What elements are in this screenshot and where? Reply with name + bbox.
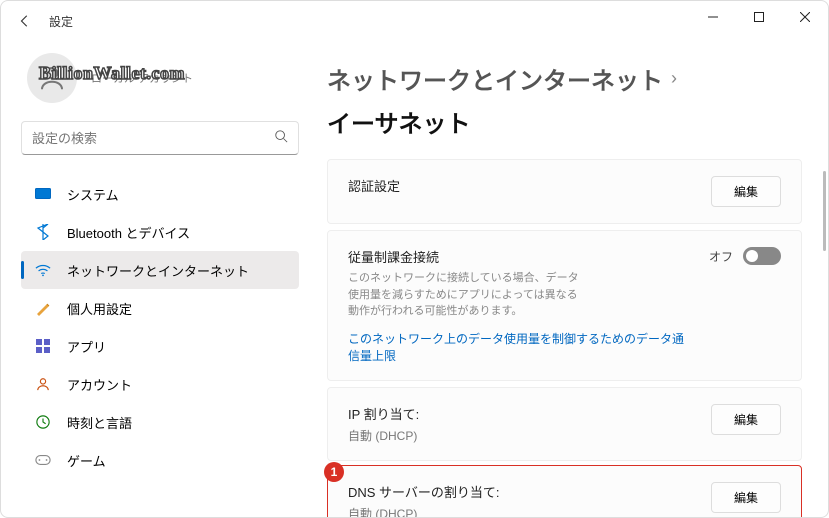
search-box[interactable] bbox=[21, 121, 299, 155]
dns-edit-button[interactable]: 編集 bbox=[711, 482, 781, 513]
dns-value: 自動 (DHCP) bbox=[348, 505, 691, 518]
sidebar-item-time-language[interactable]: 時刻と言語 bbox=[21, 403, 299, 441]
sidebar-item-label: 個人用設定 bbox=[67, 299, 132, 318]
ip-assignment-row: IP 割り当て: 自動 (DHCP) 編集 bbox=[327, 387, 802, 461]
metered-connection-row: 従量制課金接続 このネットワークに接続している場合、データ使用量を減らすためにア… bbox=[327, 230, 802, 381]
network-icon bbox=[33, 260, 53, 280]
vertical-scrollbar[interactable] bbox=[823, 171, 826, 251]
account-icon bbox=[33, 374, 53, 394]
dns-assignment-row: 1 DNS サーバーの割り当て: 自動 (DHCP) 編集 bbox=[327, 465, 802, 518]
sidebar-item-gaming[interactable]: ゲーム bbox=[21, 441, 299, 479]
account-subtext: ローカル アカウント bbox=[91, 70, 193, 86]
breadcrumb: ネットワークとインターネット › イーサネット bbox=[327, 61, 802, 139]
minimize-button[interactable] bbox=[690, 1, 736, 33]
metered-toggle-label: オフ bbox=[709, 248, 733, 265]
bluetooth-icon bbox=[33, 222, 53, 242]
apps-icon bbox=[33, 336, 53, 356]
ip-edit-button[interactable]: 編集 bbox=[711, 404, 781, 435]
breadcrumb-current: イーサネット bbox=[327, 104, 471, 139]
search-input[interactable] bbox=[32, 131, 274, 146]
sidebar-item-bluetooth[interactable]: Bluetooth とデバイス bbox=[21, 213, 299, 251]
sidebar-item-accounts[interactable]: アカウント bbox=[21, 365, 299, 403]
sidebar-nav: システム Bluetooth とデバイス ネットワークとインターネット 個人用設… bbox=[21, 175, 299, 479]
sidebar-item-system[interactable]: システム bbox=[21, 175, 299, 213]
auth-label: 認証設定 bbox=[348, 176, 691, 195]
sidebar-item-network[interactable]: ネットワークとインターネット bbox=[21, 251, 299, 289]
search-icon bbox=[274, 129, 288, 148]
breadcrumb-parent[interactable]: ネットワークとインターネット bbox=[327, 61, 663, 96]
system-icon bbox=[33, 184, 53, 204]
metered-toggle[interactable] bbox=[743, 247, 781, 265]
sidebar-item-label: ネットワークとインターネット bbox=[67, 261, 249, 280]
gaming-icon bbox=[33, 450, 53, 470]
annotation-badge-1: 1 bbox=[324, 462, 344, 482]
sidebar-item-label: アプリ bbox=[67, 337, 106, 356]
back-button[interactable] bbox=[9, 5, 41, 37]
auth-settings-row: 認証設定 編集 bbox=[327, 159, 802, 224]
ip-value: 自動 (DHCP) bbox=[348, 427, 691, 444]
chevron-right-icon: › bbox=[671, 68, 677, 89]
maximize-button[interactable] bbox=[736, 1, 782, 33]
time-icon bbox=[33, 412, 53, 432]
avatar bbox=[27, 53, 77, 103]
close-button[interactable] bbox=[782, 1, 828, 33]
sidebar-item-apps[interactable]: アプリ bbox=[21, 327, 299, 365]
account-block[interactable]: ローカル アカウント bbox=[21, 53, 299, 103]
sidebar-item-personalization[interactable]: 個人用設定 bbox=[21, 289, 299, 327]
personalize-icon bbox=[33, 298, 53, 318]
auth-edit-button[interactable]: 編集 bbox=[711, 176, 781, 207]
data-limit-link[interactable]: このネットワーク上のデータ使用量を制御するためのデータ通信量上限 bbox=[348, 330, 689, 364]
sidebar-item-label: Bluetooth とデバイス bbox=[67, 223, 190, 242]
metered-description: このネットワークに接続している場合、データ使用量を減らすためにアプリによっては異… bbox=[348, 270, 588, 320]
sidebar-item-label: アカウント bbox=[67, 375, 132, 394]
sidebar-item-label: ゲーム bbox=[67, 451, 106, 470]
window-title: 設定 bbox=[49, 13, 73, 30]
dns-label: DNS サーバーの割り当て: bbox=[348, 482, 691, 501]
metered-label: 従量制課金接続 bbox=[348, 247, 689, 266]
sidebar-item-label: システム bbox=[67, 185, 119, 204]
ip-label: IP 割り当て: bbox=[348, 404, 691, 423]
sidebar-item-label: 時刻と言語 bbox=[67, 413, 132, 432]
